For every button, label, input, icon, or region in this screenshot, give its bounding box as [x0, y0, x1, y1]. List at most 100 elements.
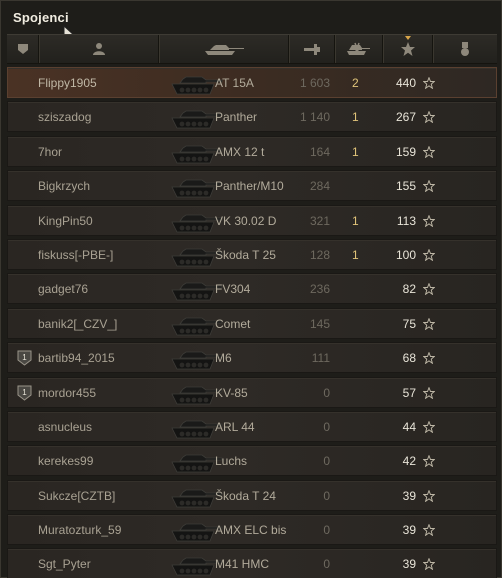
tank-name: Panther/M10 [215, 179, 284, 194]
xp-value: 267 [395, 110, 416, 125]
table-header [7, 34, 497, 64]
player-name: Flippy1905 [38, 76, 97, 90]
player-row[interactable]: Flippy1905 AT 15A 1 603 2 440 [7, 67, 497, 98]
column-kills[interactable] [335, 35, 383, 63]
tank-name: Škoda T 24 [215, 488, 276, 503]
player-row[interactable]: asnucleus ARL 44 0 44 [7, 410, 497, 442]
panel-title: Spojenci [13, 10, 69, 25]
kills-value: 1 [352, 247, 359, 262]
xp-value: 100 [395, 247, 416, 262]
player-name: Sgt_Pyter [38, 557, 91, 572]
player-row[interactable]: gadget76 FV304 236 82 [7, 273, 497, 305]
damage-value: 321 [309, 213, 330, 228]
xp-value: 440 [395, 76, 416, 90]
player-name: mordor455 [38, 385, 97, 400]
kills-value: 2 [352, 76, 359, 90]
player-name: banik2[_CZV_] [38, 316, 118, 331]
player-row[interactable]: kerekes99 Luchs 0 42 [7, 445, 497, 477]
player-row[interactable]: Muratozturk_59 AMX ELC bis 0 39 [7, 514, 497, 546]
damage-value: 0 [323, 488, 330, 503]
star-icon [423, 77, 435, 89]
star-icon [423, 248, 435, 261]
column-xp[interactable] [383, 35, 433, 63]
star-icon [400, 42, 415, 56]
allies-panel: Spojenci Flippy1905 AT 15A 1 603 2 440 s… [0, 0, 502, 578]
player-name: gadget76 [38, 282, 89, 297]
player-row[interactable]: KingPin50 VK 30.02 D 321 1 113 [7, 204, 497, 236]
player-name: asnucleus [38, 419, 93, 434]
player-row[interactable]: 7hor AMX 12 t 164 1 159 [7, 135, 497, 167]
damage-value: 1 603 [299, 76, 330, 90]
star-icon [423, 420, 435, 433]
tank-name: FV304 [215, 282, 251, 297]
star-icon [423, 386, 435, 399]
star-icon [423, 283, 435, 296]
xp-value: 68 [402, 351, 416, 366]
tank-name: M41 HMC [215, 557, 270, 572]
column-damage[interactable] [289, 35, 335, 63]
damage-value: 0 [323, 557, 330, 572]
player-name: kerekes99 [38, 454, 94, 469]
xp-value: 57 [402, 385, 416, 400]
xp-value: 39 [402, 523, 416, 538]
svg-text:1: 1 [22, 388, 27, 397]
player-row[interactable]: 1 bartib94_2015 M6 111 68 [7, 342, 497, 374]
svg-text:1: 1 [22, 353, 27, 362]
xp-value: 155 [395, 179, 416, 194]
xp-value: 82 [402, 282, 416, 297]
damage-value: 0 [323, 419, 330, 434]
kills-value: 1 [352, 144, 359, 159]
column-tank[interactable] [159, 35, 289, 63]
damage-value: 0 [323, 454, 330, 469]
tank-name: AMX 12 t [215, 144, 265, 159]
player-row[interactable]: sziszadog Panther 1 140 1 267 [7, 101, 497, 133]
xp-value: 113 [396, 213, 416, 228]
player-name: Muratozturk_59 [38, 523, 122, 538]
column-squad[interactable] [7, 35, 39, 63]
tank-name: Luchs [215, 454, 248, 469]
star-icon [423, 111, 435, 124]
star-icon [423, 558, 435, 571]
tank-name: AMX ELC bis [215, 523, 287, 538]
damage-value: 1 140 [299, 110, 330, 125]
star-icon [423, 455, 435, 468]
damage-value: 128 [309, 247, 330, 262]
sort-indicator-icon [404, 36, 411, 40]
star-icon [423, 489, 435, 502]
player-name: Bigkrzych [38, 179, 91, 194]
player-row[interactable]: fiskuss[-PBE-] Škoda T 25 128 1 100 [7, 238, 497, 270]
tank-name: ARL 44 [215, 419, 255, 434]
star-icon [423, 524, 435, 537]
damage-icon [303, 44, 320, 55]
tank-name: Škoda T 25 [215, 247, 276, 262]
tank-name: AT 15A [215, 76, 254, 90]
squad-badge-icon: 1 [17, 385, 32, 401]
player-row[interactable]: Sukcze[CZTB] Škoda T 24 0 39 [7, 479, 497, 511]
star-icon [423, 180, 435, 193]
tank-icon [204, 45, 244, 55]
player-row[interactable]: 1 mordor455 KV-85 0 57 [7, 376, 497, 408]
column-player[interactable] [39, 35, 159, 63]
damage-value: 164 [309, 144, 330, 159]
column-medal[interactable] [433, 35, 497, 63]
player-row[interactable]: Bigkrzych Panther/M10 284 155 [7, 170, 497, 202]
medal-icon [461, 42, 469, 56]
xp-value: 44 [402, 419, 416, 434]
player-list: Flippy1905 AT 15A 1 603 2 440 sziszadog … [7, 67, 497, 578]
kills-value: 1 [352, 213, 359, 228]
xp-value: 42 [402, 454, 416, 469]
player-name: Sukcze[CZTB] [38, 488, 116, 503]
player-name: sziszadog [38, 110, 92, 125]
tank-name: VK 30.02 D [215, 213, 277, 228]
tank-name: KV-85 [215, 385, 248, 400]
player-row[interactable]: Sgt_Pyter M41 HMC 0 39 [7, 548, 497, 578]
player-name: 7hor [38, 144, 63, 159]
kills-value: 1 [352, 110, 359, 125]
player-name: bartib94_2015 [38, 351, 115, 366]
star-icon [423, 352, 435, 365]
star-icon [423, 145, 435, 158]
xp-value: 159 [395, 144, 416, 159]
tank-name: Comet [215, 316, 251, 331]
player-row[interactable]: banik2[_CZV_] Comet 145 75 [7, 307, 497, 339]
squad-icon [17, 44, 28, 54]
